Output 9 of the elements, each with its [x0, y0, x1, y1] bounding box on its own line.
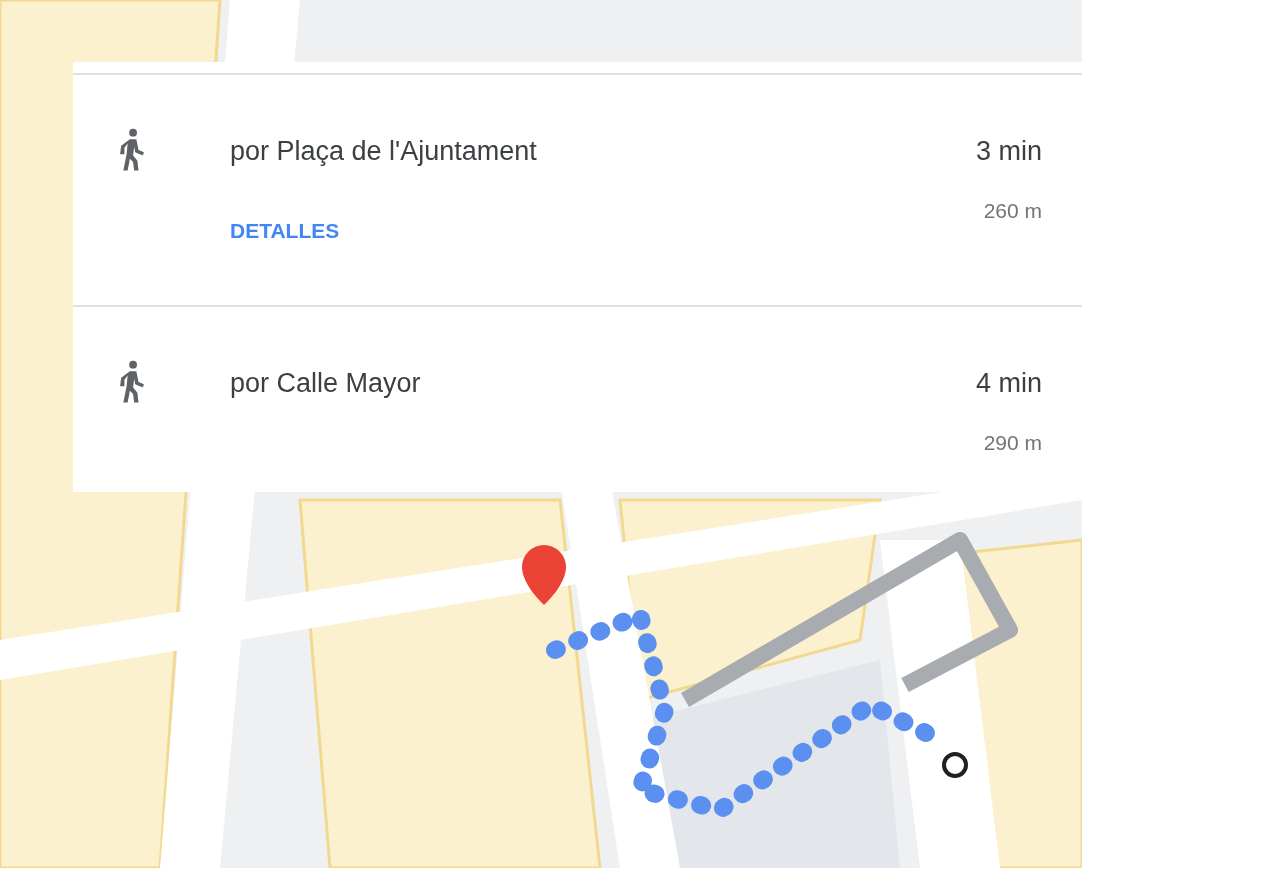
travel-time: 3 min: [975, 135, 1042, 167]
route-distance: 260 m: [983, 199, 1042, 223]
route-option[interactable]: por Plaça de l'Ajuntament DETALLES 3 min 260 m: [73, 73, 1082, 305]
route-name: por Plaça de l'Ajuntament: [230, 135, 537, 167]
details-link[interactable]: DETALLES: [230, 219, 340, 243]
route-option[interactable]: por Calle Mayor 4 min 290 m: [73, 305, 1082, 491]
travel-time: 4 min: [975, 367, 1042, 399]
route-distance: 290 m: [983, 431, 1042, 455]
route-name: por Calle Mayor: [230, 367, 421, 399]
